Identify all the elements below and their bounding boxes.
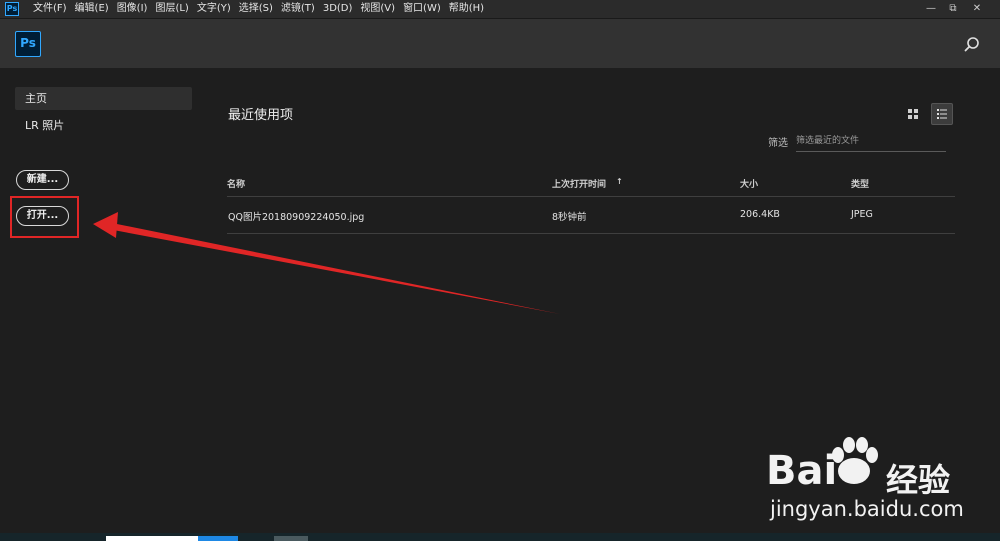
menu-list: 文件(F) 编辑(E) 图像(I) 图层(L) 文字(Y) 选择(S) 滤镜(T… bbox=[33, 0, 492, 18]
menu-file[interactable]: 文件(F) bbox=[33, 0, 67, 18]
sidebar-item-home[interactable]: 主页 bbox=[15, 87, 192, 110]
page-title: 最近使用项 bbox=[228, 108, 294, 123]
search-button[interactable] bbox=[962, 35, 982, 55]
taskbar-app-button[interactable] bbox=[274, 536, 308, 541]
column-header-type[interactable]: 类型 bbox=[851, 177, 869, 190]
watermark-brand-left: Bai bbox=[766, 448, 838, 494]
menu-select[interactable]: 选择(S) bbox=[239, 0, 273, 18]
list-view-icon bbox=[937, 109, 947, 119]
ps-logo: Ps bbox=[15, 31, 41, 57]
taskbar bbox=[0, 533, 1000, 541]
home-header: Ps bbox=[0, 19, 1000, 68]
new-button[interactable]: 新建... bbox=[16, 170, 69, 190]
filter-label: 筛选 bbox=[768, 138, 788, 149]
restore-button[interactable]: ⧉ bbox=[942, 0, 964, 18]
grid-view-icon bbox=[908, 109, 918, 119]
annotation-highlight-box bbox=[10, 196, 79, 238]
menu-bar: Ps 文件(F) 编辑(E) 图像(I) 图层(L) 文字(Y) 选择(S) 滤… bbox=[0, 0, 1000, 19]
menu-type[interactable]: 文字(Y) bbox=[197, 0, 231, 18]
menu-help[interactable]: 帮助(H) bbox=[449, 0, 484, 18]
menu-window[interactable]: 窗口(W) bbox=[403, 0, 441, 18]
menu-layer[interactable]: 图层(L) bbox=[155, 0, 188, 18]
taskbar-search-box[interactable] bbox=[106, 536, 198, 541]
minimize-button[interactable]: — bbox=[920, 0, 942, 18]
sort-ascending-icon[interactable]: ↑ bbox=[616, 177, 623, 186]
file-size: 206.4KB bbox=[740, 209, 780, 220]
row-divider bbox=[227, 233, 955, 234]
column-header-last-opened[interactable]: 上次打开时间 bbox=[552, 177, 606, 190]
menu-image[interactable]: 图像(I) bbox=[117, 0, 148, 18]
column-header-name[interactable]: 名称 bbox=[227, 177, 245, 190]
watermark-url: jingyan.baidu.com bbox=[770, 497, 964, 521]
watermark-brand-right: 经验 bbox=[886, 461, 951, 499]
search-icon bbox=[964, 37, 979, 52]
file-type: JPEG bbox=[851, 209, 873, 220]
list-view-button[interactable] bbox=[931, 103, 953, 125]
sidebar-item-lr-photos[interactable]: LR 照片 bbox=[15, 114, 192, 137]
menu-edit[interactable]: 编辑(E) bbox=[75, 0, 109, 18]
file-name[interactable]: QQ图片20180909224050.jpg bbox=[228, 209, 364, 223]
menu-view[interactable]: 视图(V) bbox=[360, 0, 395, 18]
photoshop-app-icon[interactable]: Ps bbox=[5, 2, 19, 16]
filter-input[interactable] bbox=[796, 130, 946, 152]
menu-3d[interactable]: 3D(D) bbox=[323, 0, 353, 18]
column-header-size[interactable]: 大小 bbox=[740, 177, 758, 190]
taskbar-search-button[interactable] bbox=[198, 536, 238, 541]
grid-view-button[interactable] bbox=[902, 103, 924, 125]
close-button[interactable]: ✕ bbox=[966, 0, 988, 18]
file-last-opened: 8秒钟前 bbox=[552, 212, 587, 223]
menu-filter[interactable]: 滤镜(T) bbox=[281, 0, 315, 18]
